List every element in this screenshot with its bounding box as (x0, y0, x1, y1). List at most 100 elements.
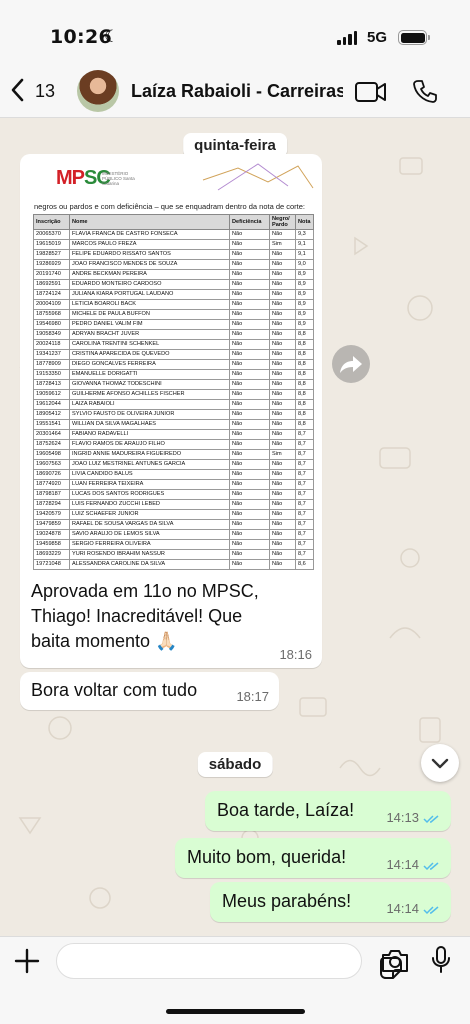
table-cell: Não (269, 399, 296, 410)
table-cell: GIOVANNA THOMAZ TODESCHINI (69, 379, 230, 390)
table-row: 19828527 FELIPE EDUARDO RISSATO SANTOS Não… (33, 249, 314, 260)
chat-header: 13 Laíza Rabaioli - Carreiras... (0, 66, 470, 118)
message-text: Muito bom, querida! (187, 847, 347, 867)
table-cell: FLAVIO RAMOS DE ARAUJO FILHO (69, 439, 230, 450)
table-cell: 18693229 (33, 549, 70, 560)
table-cell: 18728294 (33, 499, 70, 510)
avatar[interactable] (77, 70, 119, 112)
incoming-message[interactable]: Bora voltar com tudo 18:17 (20, 672, 279, 710)
table-cell: Sim (269, 239, 296, 250)
table-cell: 8,8 (295, 339, 314, 350)
table-cell: 8,7 (295, 509, 314, 520)
camera-icon[interactable] (380, 947, 410, 975)
table-cell: 8,7 (295, 439, 314, 450)
table-cell: 19605498 (33, 449, 70, 460)
table-cell: 8,9 (295, 279, 314, 290)
table-cell: Não (229, 399, 270, 410)
table-cell: Não (269, 319, 296, 330)
microphone-icon[interactable] (430, 945, 452, 975)
message-field[interactable] (56, 943, 402, 979)
table-cell: 18752624 (33, 439, 70, 450)
table-cell: Não (229, 369, 270, 380)
message-input[interactable] (71, 950, 311, 974)
table-cell: 8,7 (295, 469, 314, 480)
table-cell: LUIZ SCHAEFER JUNIOR (69, 509, 230, 520)
table-row: 18728294 LUIS FERNANDO ZUCCHI LEBED Não Não… (33, 499, 314, 510)
message-text: Aprovada em 11o no MPSC, Thiago! Inacred… (31, 581, 259, 651)
table-cell: Não (269, 349, 296, 360)
table-cell: Não (229, 529, 270, 540)
table-cell: Não (229, 349, 270, 360)
table-cell: 8,9 (295, 309, 314, 320)
chat-area[interactable]: quinta-feira MPSC MINISTÉRIO PÚBLICO San… (0, 118, 470, 936)
table-row: 18692591 EDUARDO MONTEIRO CARDOSO Não Não 8,… (33, 279, 314, 290)
incoming-image-message[interactable]: MPSC MINISTÉRIO PÚBLICO Santa Catarina n… (20, 154, 322, 668)
message-text: Boa tarde, Laíza! (217, 800, 355, 820)
table-cell: MARCOS PAULO FREZA (69, 239, 230, 250)
table-cell: 19615019 (33, 239, 70, 250)
logo-subtitle: MINISTÉRIO PÚBLICO Santa Catarina (102, 171, 135, 186)
table-cell: 20024118 (33, 339, 70, 350)
table-cell: EMANUELLE DORIGATTI (69, 369, 230, 380)
table-cell: Não (269, 389, 296, 400)
video-call-icon[interactable] (354, 80, 388, 104)
moon-icon: ☾ (104, 27, 120, 46)
table-cell: Não (229, 259, 270, 270)
table-cell: 8,7 (295, 429, 314, 440)
table-header: Deficiência (229, 214, 270, 230)
table-row: 19551541 WILLIAN DA SILVA MAGALHAES Não Não… (33, 419, 314, 430)
table-cell: 8,7 (295, 489, 314, 500)
table-cell: Não (269, 429, 296, 440)
outgoing-message[interactable]: Muito bom, querida! 14:14 (175, 838, 451, 878)
table-cell: Não (229, 509, 270, 520)
table-row: 19286929 JOAO FRANCISCO MENDES DE SOUZA Nã… (33, 259, 314, 270)
outgoing-message[interactable]: Meus parabéns! 14:14 (210, 882, 451, 922)
forward-button[interactable] (332, 345, 370, 383)
document-image[interactable]: MPSC MINISTÉRIO PÚBLICO Santa Catarina n… (26, 160, 320, 574)
outgoing-message[interactable]: Boa tarde, Laíza! 14:13 (205, 791, 451, 831)
table-cell: Não (269, 469, 296, 480)
table-row: 19459858 SERGIO FERREIRA OLIVEIRA Não Não 8,… (33, 539, 314, 550)
table-row: 19059612 GUILHERME AFONSO ACHILLES FISCHE… (33, 389, 314, 400)
unread-count[interactable]: 13 (35, 81, 55, 102)
table-cell: 8,7 (295, 449, 314, 460)
table-cell: 8,6 (295, 559, 314, 570)
table-cell: Não (229, 559, 270, 570)
table-cell: 18905412 (33, 409, 70, 420)
back-arrow-icon[interactable] (8, 77, 30, 103)
table-cell: 8,7 (295, 499, 314, 510)
message-text: Bora voltar com tudo (31, 680, 198, 700)
table-cell: Não (269, 419, 296, 430)
table-cell: 8,8 (295, 329, 314, 340)
table-cell: RAFAEL DE SOUSA VARGAS DA SILVA (69, 519, 230, 530)
plus-icon[interactable] (13, 947, 41, 975)
table-cell: Não (229, 449, 270, 460)
table-cell: 8,9 (295, 289, 314, 300)
table-cell: 20301464 (33, 429, 70, 440)
table-cell: Não (229, 439, 270, 450)
table-cell: LETICIA BOAROLI BACK (69, 299, 230, 310)
table-cell: Não (269, 529, 296, 540)
table-cell: JOAO LUIZ MESTRINEL ANTUNES GARCIA (69, 459, 230, 470)
table-cell: 8,7 (295, 529, 314, 540)
table-cell: 8,8 (295, 399, 314, 410)
table-row: 19607563 JOAO LUIZ MESTRINEL ANTUNES GARC… (33, 459, 314, 470)
table-row: 18728413 GIOVANNA THOMAZ TODESCHINI Não Não… (33, 379, 314, 390)
scroll-down-button[interactable] (421, 744, 459, 782)
table-cell: Não (229, 229, 270, 240)
table-row: 18755968 MICHELE DE PAULA BUFFON Não Não 8,9 (33, 309, 314, 320)
table-cell: 18692591 (33, 279, 70, 290)
table-cell: 8,8 (295, 379, 314, 390)
table-cell: ALESSANDRA CAROLINE DA SILVA (69, 559, 230, 570)
table-cell: JULIANA KIARA PORTUGAL LAUDANO (69, 289, 230, 300)
table-row: 19420579 LUIZ SCHAEFER JUNIOR Não Não 8,7 (33, 509, 314, 520)
results-table: Inscrição Nome Deficiência Negro/ Pardo … (33, 214, 314, 570)
table-cell: ANDRE BECKMAN PEREIRA (69, 269, 230, 280)
contact-name[interactable]: Laíza Rabaioli - Carreiras... (131, 81, 343, 102)
table-cell: Não (269, 459, 296, 470)
table-row: 19024878 SAVIO ARAUJO DE LEMOS SILVA Não Nã… (33, 529, 314, 540)
table-cell: Não (229, 379, 270, 390)
table-cell: SAVIO ARAUJO DE LEMOS SILVA (69, 529, 230, 540)
table-cell: 18774920 (33, 479, 70, 490)
phone-icon[interactable] (412, 78, 438, 104)
